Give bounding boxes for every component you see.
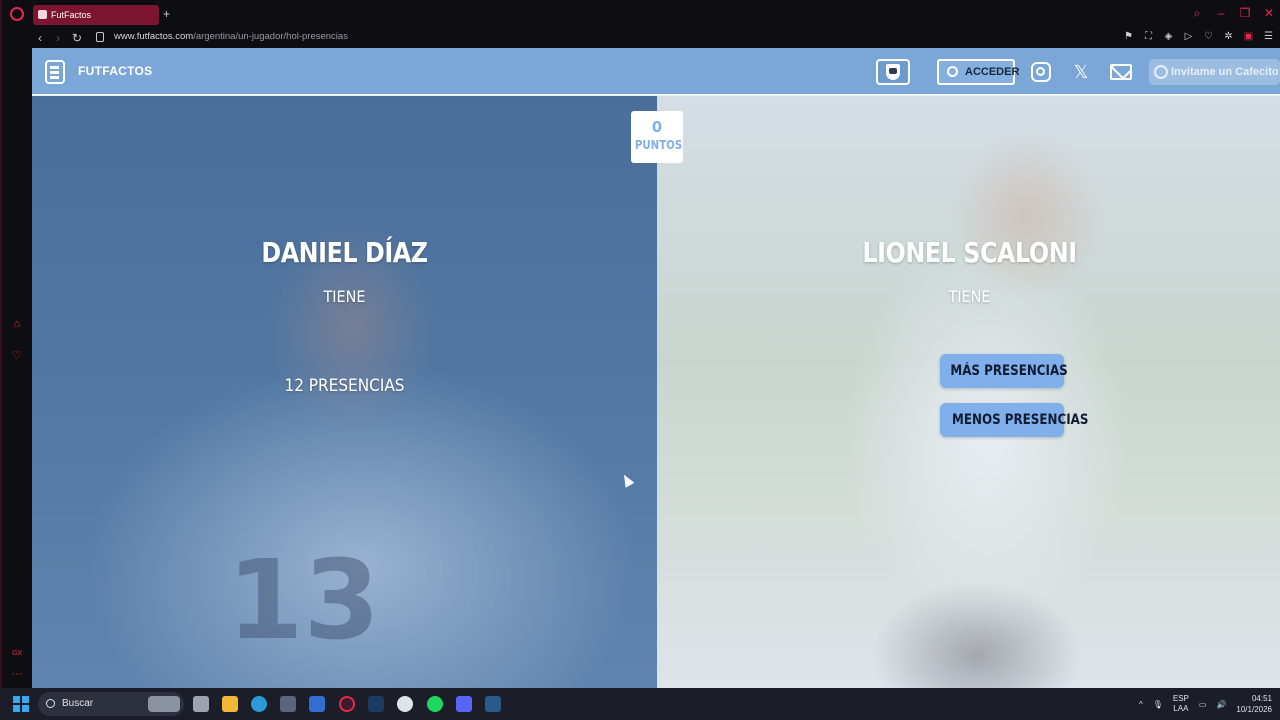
outlook-icon[interactable] bbox=[309, 696, 325, 712]
clock-date: 10/1/2026 bbox=[1236, 705, 1272, 714]
taskbar-search-label: Buscar bbox=[62, 698, 94, 709]
site-header: FUTFACTOS ACCEDER 𝕏 Invitame un Cafecito bbox=[32, 48, 1280, 96]
spotify-icon[interactable] bbox=[427, 696, 443, 712]
lang-line-1: ESP bbox=[1172, 694, 1189, 703]
menu-icon[interactable]: ☰ bbox=[1263, 31, 1274, 42]
tab-title: FutFactos bbox=[51, 10, 92, 20]
language-indicator[interactable]: ESP LAA bbox=[1173, 694, 1189, 714]
instagram-icon[interactable] bbox=[1031, 62, 1051, 82]
sidebar-more-icon[interactable]: ··· bbox=[11, 668, 23, 680]
lock-icon[interactable] bbox=[96, 32, 104, 42]
windows-start-icon[interactable] bbox=[13, 696, 29, 712]
score-box: 0 PUNTOS bbox=[631, 111, 683, 163]
more-appearances-label: MÁS PRESENCIAS bbox=[950, 363, 1068, 379]
lang-line-2: LAA bbox=[1173, 704, 1189, 713]
window-controls: ⌕ – ❐ ✕ bbox=[1190, 6, 1276, 21]
steam-icon[interactable] bbox=[368, 696, 384, 712]
web-page: FUTFACTOS ACCEDER 𝕏 Invitame un Cafecito… bbox=[32, 48, 1280, 688]
title-bar: FutFactos + ⌕ – ❐ ✕ bbox=[2, 0, 1280, 28]
taskbar: Buscar ^ 🎙 ESP LAA ▭ 🔊 04:51 10/1/2026 bbox=[0, 688, 1280, 720]
x-twitter-icon[interactable]: 𝕏 bbox=[1070, 62, 1092, 82]
left-jersey-number: 13 bbox=[227, 536, 381, 664]
play-icon[interactable]: ▷ bbox=[1183, 31, 1194, 42]
tab-futfactos[interactable]: FutFactos bbox=[33, 5, 159, 25]
browser-window: FutFactos + ⌕ – ❐ ✕ ‹ › ↻ www.futfactos.… bbox=[0, 0, 1280, 688]
tray-chevron-icon[interactable]: ^ bbox=[1139, 700, 1143, 709]
discord-icon[interactable] bbox=[456, 696, 472, 712]
more-appearances-button[interactable]: MÁS PRESENCIAS bbox=[940, 354, 1068, 388]
forward-icon[interactable]: › bbox=[56, 30, 60, 46]
futfactos-logo-icon[interactable] bbox=[45, 60, 65, 84]
sidebar-bag-icon[interactable]: ⌂ bbox=[11, 318, 23, 330]
cafecito-button[interactable]: Invitame un Cafecito bbox=[1149, 59, 1280, 85]
minimize-icon[interactable]: – bbox=[1214, 6, 1228, 21]
less-appearances-button[interactable]: MENOS PRESENCIAS bbox=[940, 403, 1088, 437]
left-player-verb: TIENE bbox=[323, 287, 366, 306]
back-icon[interactable]: ‹ bbox=[38, 30, 42, 46]
score-label: PUNTOS bbox=[634, 138, 683, 152]
sidebar-heart-icon[interactable]: ♡ bbox=[11, 350, 23, 362]
bookmark-icon[interactable]: ⚑ bbox=[1123, 31, 1134, 42]
google-icon bbox=[947, 66, 958, 77]
url-field[interactable]: www.futfactos.com/argentina/un-jugador/h… bbox=[114, 31, 348, 42]
system-tray: ^ 🎙 ESP LAA ▭ 🔊 04:51 10/1/2026 bbox=[1139, 688, 1272, 720]
extensions-bar: ⚑ ⛶ ◈ ▷ ♡ ✲ ▣ ☰ bbox=[1123, 31, 1274, 42]
volume-icon[interactable]: 🔊 bbox=[1216, 700, 1226, 709]
restore-icon[interactable]: ❐ bbox=[1238, 6, 1252, 21]
clock[interactable]: 04:51 10/1/2026 bbox=[1236, 693, 1272, 715]
new-tab-button[interactable]: + bbox=[163, 7, 170, 21]
cafecito-label: Invitame un Cafecito bbox=[1171, 66, 1279, 78]
search-highlight-image bbox=[148, 696, 180, 712]
snapshot-icon[interactable]: ⛶ bbox=[1143, 31, 1154, 42]
score-value: 0 bbox=[651, 118, 663, 136]
opera-logo-icon[interactable] bbox=[10, 7, 24, 21]
right-player-name: LIONEL SCALONI bbox=[862, 236, 1077, 269]
url-path: /argentina/un-jugador/hol-presencias bbox=[193, 31, 348, 42]
right-player-panel: LIONEL SCALONI TIENE MÁS PRESENCIAS MENO… bbox=[657, 96, 1280, 688]
search-icon bbox=[46, 699, 55, 708]
network-icon[interactable]: ▭ bbox=[1199, 700, 1207, 709]
file-explorer-icon[interactable] bbox=[222, 696, 238, 712]
pocket-icon[interactable]: ◈ bbox=[1163, 31, 1174, 42]
search-tabs-icon[interactable]: ⌕ bbox=[1190, 6, 1204, 21]
favicon-icon bbox=[38, 10, 47, 19]
opera-gx-taskbar-icon[interactable] bbox=[339, 696, 355, 712]
heart-icon[interactable]: ♡ bbox=[1203, 31, 1214, 42]
extensions-icon[interactable]: ✲ bbox=[1223, 31, 1234, 42]
left-player-value: 12 PRESENCIAS bbox=[284, 376, 405, 396]
less-appearances-label: MENOS PRESENCIAS bbox=[952, 412, 1089, 428]
cafecito-icon bbox=[1154, 65, 1168, 79]
shield-icon bbox=[886, 64, 900, 80]
task-view-icon[interactable] bbox=[193, 696, 209, 712]
team-badge-button[interactable] bbox=[876, 59, 910, 85]
edge-icon[interactable] bbox=[251, 696, 267, 712]
address-bar: ‹ › ↻ www.futfactos.com/argentina/un-jug… bbox=[2, 28, 1280, 48]
brand-name[interactable]: FUTFACTOS bbox=[78, 64, 152, 78]
close-icon[interactable]: ✕ bbox=[1262, 6, 1276, 21]
reload-icon[interactable]: ↻ bbox=[72, 30, 82, 46]
sidebar-gx-icon[interactable]: GX bbox=[11, 648, 23, 660]
url-domain: www.futfactos.com bbox=[114, 31, 194, 42]
login-button[interactable]: ACCEDER bbox=[937, 59, 1019, 85]
mail-icon[interactable] bbox=[1110, 64, 1132, 80]
browser-sidebar: ⌂ ♡ GX ··· bbox=[2, 48, 32, 688]
chatgpt-icon[interactable] bbox=[397, 696, 413, 712]
left-player-panel: 13 DANIEL DÍAZ TIENE 12 PRESENCIAS bbox=[32, 96, 657, 688]
steam-alt-icon[interactable] bbox=[485, 696, 501, 712]
store-icon[interactable] bbox=[280, 696, 296, 712]
taskbar-search[interactable]: Buscar bbox=[38, 692, 184, 716]
login-label: ACCEDER bbox=[965, 66, 1020, 78]
clock-time: 04:51 bbox=[1251, 694, 1272, 703]
microphone-icon[interactable]: 🎙 bbox=[1153, 700, 1163, 709]
wallet-icon[interactable]: ▣ bbox=[1243, 31, 1254, 42]
right-player-verb: TIENE bbox=[948, 287, 991, 306]
left-player-name: DANIEL DÍAZ bbox=[261, 236, 428, 269]
